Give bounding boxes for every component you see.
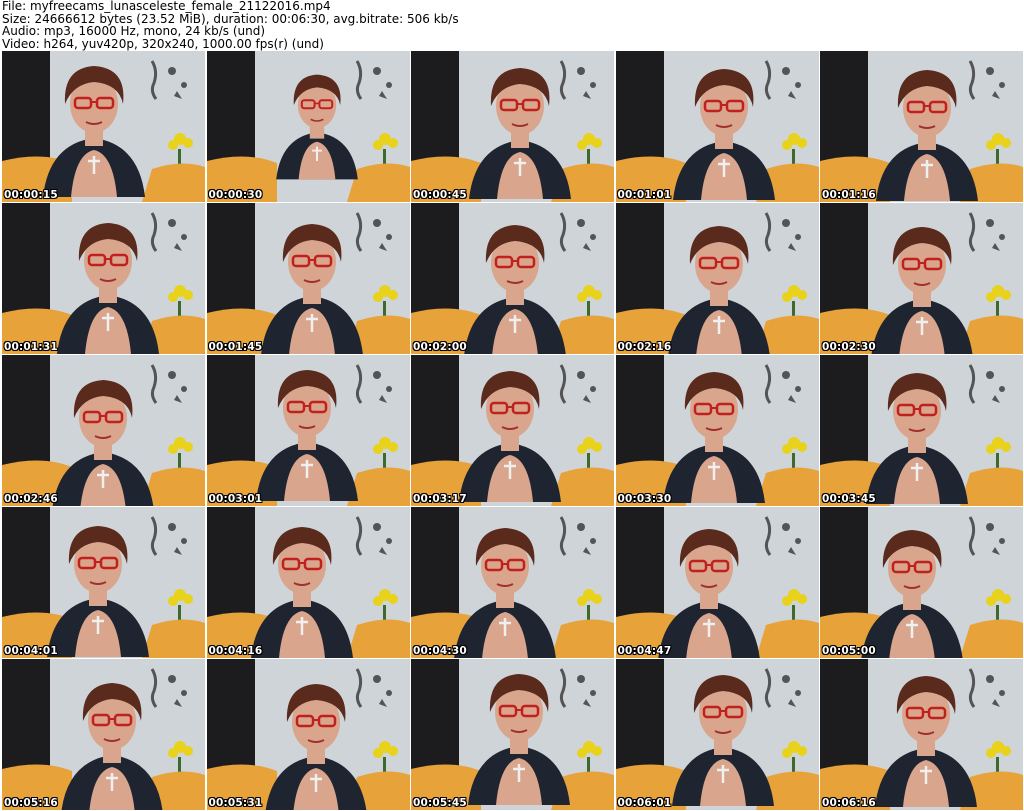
frame-timestamp: 00:02:30 xyxy=(822,341,876,353)
frame-timestamp: 00:03:30 xyxy=(617,493,672,505)
frame-timestamp: 00:06:16 xyxy=(822,797,876,809)
video-frame-thumbnail: 00:02:46 xyxy=(2,355,205,506)
video-frame-thumbnail: 00:04:01 xyxy=(2,507,205,658)
webcam-scene-image xyxy=(206,507,410,658)
frame-timestamp: 00:03:45 xyxy=(822,493,876,505)
frame-timestamp: 00:04:01 xyxy=(4,645,58,657)
frame-timestamp: 00:05:00 xyxy=(822,645,876,657)
webcam-scene-image xyxy=(615,203,819,354)
video-frame-thumbnail: 00:01:16 xyxy=(820,51,1023,202)
webcam-scene-image xyxy=(206,51,410,202)
video-frame-thumbnail: 00:02:00 xyxy=(411,203,614,354)
frame-timestamp: 00:05:31 xyxy=(208,797,263,809)
video-frame-thumbnail: 00:03:45 xyxy=(820,355,1023,506)
frame-timestamp: 00:00:30 xyxy=(208,189,263,201)
video-frame-thumbnail: 00:05:45 xyxy=(411,659,614,810)
webcam-scene-image xyxy=(820,659,1023,810)
video-frame-thumbnail: 00:00:45 xyxy=(411,51,614,202)
video-frame-thumbnail: 00:01:01 xyxy=(615,51,819,202)
webcam-scene-image xyxy=(206,355,410,506)
video-frame-thumbnail: 00:04:47 xyxy=(615,507,819,658)
frame-timestamp: 00:02:00 xyxy=(413,341,467,353)
frame-timestamp: 00:00:15 xyxy=(4,189,58,201)
webcam-scene-image xyxy=(2,507,205,658)
video-frame-thumbnail: 00:01:31 xyxy=(2,203,205,354)
frame-timestamp: 00:01:01 xyxy=(617,189,672,201)
frame-timestamp: 00:00:45 xyxy=(413,189,467,201)
frame-timestamp: 00:06:01 xyxy=(617,797,672,809)
webcam-scene-image xyxy=(411,659,614,810)
video-frame-thumbnail: 00:02:16 xyxy=(615,203,819,354)
webcam-scene-image xyxy=(615,51,819,202)
frame-timestamp: 00:02:16 xyxy=(617,341,672,353)
webcam-scene-image xyxy=(206,203,410,354)
frame-timestamp: 00:04:30 xyxy=(413,645,467,657)
webcam-scene-image xyxy=(820,507,1023,658)
webcam-scene-image xyxy=(2,51,205,202)
video-frame-thumbnail: 00:04:30 xyxy=(411,507,614,658)
file-name-line: File: myfreecams_lunasceleste_female_211… xyxy=(2,0,331,13)
webcam-scene-image xyxy=(411,507,614,658)
webcam-scene-image xyxy=(615,659,819,810)
video-frame-thumbnail: 00:03:01 xyxy=(206,355,410,506)
frame-timestamp: 00:03:17 xyxy=(413,493,467,505)
webcam-scene-image xyxy=(411,355,614,506)
frame-timestamp: 00:01:31 xyxy=(4,341,58,353)
video-frame-thumbnail: 00:04:16 xyxy=(206,507,410,658)
webcam-scene-image xyxy=(615,507,819,658)
video-frame-thumbnail: 00:03:17 xyxy=(411,355,614,506)
frame-timestamp: 00:01:45 xyxy=(208,341,263,353)
thumbnail-grid: 00:00:15 00:00:30 00:00:45 00:01:01 00:0… xyxy=(2,51,1023,810)
webcam-scene-image xyxy=(2,355,205,506)
video-frame-thumbnail: 00:05:16 xyxy=(2,659,205,810)
video-frame-thumbnail: 00:02:30 xyxy=(820,203,1023,354)
webcam-scene-image xyxy=(615,355,819,506)
video-info-line: Video: h264, yuv420p, 320x240, 1000.00 f… xyxy=(2,36,324,51)
webcam-scene-image xyxy=(411,203,614,354)
video-frame-thumbnail: 00:00:15 xyxy=(2,51,205,202)
webcam-scene-image xyxy=(820,203,1023,354)
video-frame-thumbnail: 00:03:30 xyxy=(615,355,819,506)
frame-timestamp: 00:03:01 xyxy=(208,493,263,505)
video-frame-thumbnail: 00:00:30 xyxy=(206,51,410,202)
frame-timestamp: 00:05:16 xyxy=(4,797,58,809)
frame-timestamp: 00:01:16 xyxy=(822,189,876,201)
webcam-scene-image xyxy=(206,659,410,810)
audio-info-line: Audio: mp3, 16000 Hz, mono, 24 kb/s (und… xyxy=(2,24,266,38)
frame-timestamp: 00:04:47 xyxy=(617,645,672,657)
frame-timestamp: 00:02:46 xyxy=(4,493,58,505)
video-frame-thumbnail: 00:06:01 xyxy=(615,659,819,810)
webcam-scene-image xyxy=(2,203,205,354)
webcam-scene-image xyxy=(820,51,1023,202)
frame-timestamp: 00:05:45 xyxy=(413,797,467,809)
webcam-scene-image xyxy=(2,659,205,810)
frame-timestamp: 00:04:16 xyxy=(208,645,263,657)
webcam-scene-image xyxy=(820,355,1023,506)
file-info-header: File: myfreecams_lunasceleste_female_211… xyxy=(2,0,1022,50)
video-frame-thumbnail: 00:05:00 xyxy=(820,507,1023,658)
video-frame-thumbnail: 00:05:31 xyxy=(206,659,410,810)
video-frame-thumbnail: 00:06:16 xyxy=(820,659,1023,810)
webcam-scene-image xyxy=(411,51,614,202)
video-frame-thumbnail: 00:01:45 xyxy=(206,203,410,354)
